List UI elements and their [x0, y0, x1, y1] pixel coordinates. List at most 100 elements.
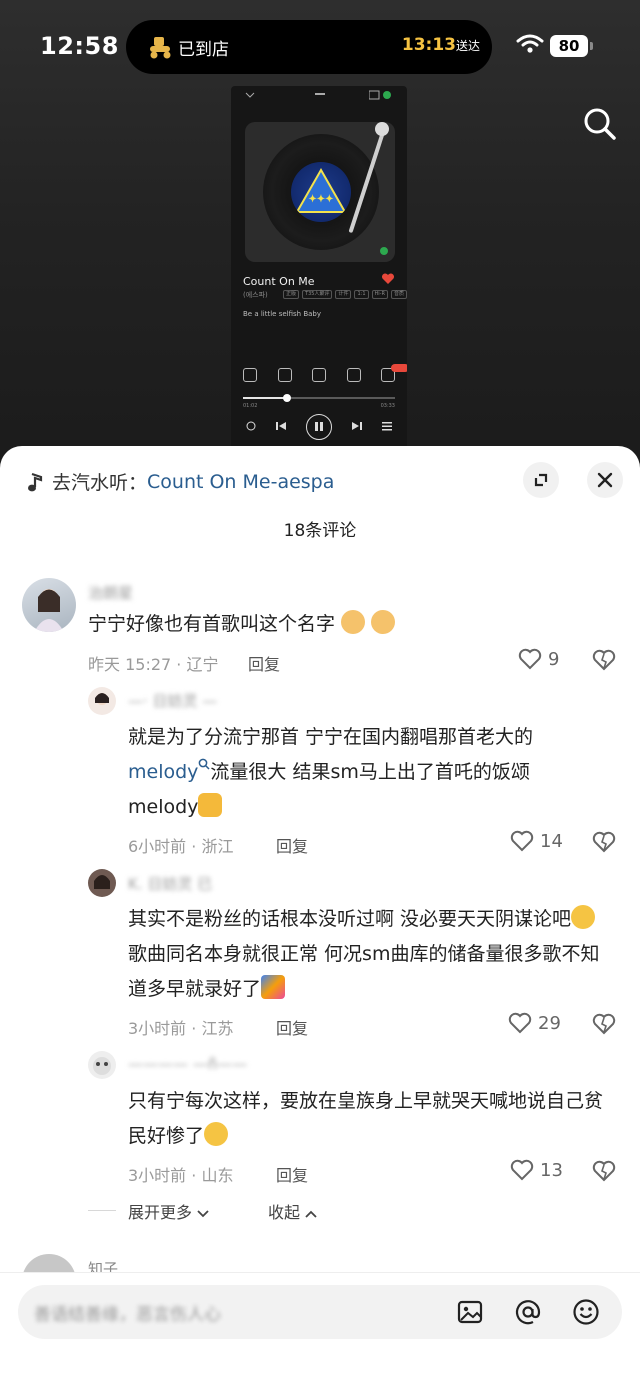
heart-icon [510, 830, 534, 852]
music-link-song: Count On Me-aespa [147, 470, 335, 493]
emoji-icon[interactable] [572, 1298, 600, 1326]
music-link-prefix: 去汽水听： [52, 472, 148, 494]
close-icon [597, 472, 613, 488]
player-action-row [243, 368, 395, 382]
comment-input[interactable]: 善语结善缘，恶言伤人心 [18, 1285, 622, 1339]
svg-text:✦✦✦: ✦✦✦ [308, 194, 333, 205]
delivery-scooter-icon [150, 37, 171, 59]
player-tag: Hi-R [371, 290, 388, 299]
status-time: 12:58 [40, 32, 119, 60]
embedded-player-screenshot[interactable]: ✦✦✦ Count On Me (에스파) 正版 T35人聚评 计件 1:1 H… [231, 86, 407, 450]
comment-sheet: 去汽水听： Count On Me-aespa 18条评论 治朗星 宁宁好像也有首… [0, 446, 640, 1391]
comment-text-line: melody [128, 790, 618, 825]
battery-level: 80 [550, 35, 588, 57]
share-icon [369, 90, 391, 100]
album-cover: ✦✦✦ [291, 162, 351, 222]
divider-line [88, 1210, 116, 1211]
time-elapsed: 01:02 [243, 403, 258, 409]
search-icon[interactable] [582, 106, 618, 142]
album-turntable: ✦✦✦ [245, 122, 395, 262]
close-button[interactable] [587, 462, 623, 498]
delivery-eta-suffix: 送达 [455, 39, 480, 53]
collapse-replies-button[interactable]: 收起 [268, 1199, 317, 1223]
comment-badge [391, 364, 407, 372]
comment-text-body: 宁宁好像也有首歌叫这个名字 [88, 613, 336, 635]
like-count: 14 [540, 830, 563, 852]
comment-username[interactable]: 治朗星 [88, 582, 133, 603]
music-link[interactable]: 去汽水听： Count On Me-aespa [26, 468, 334, 495]
reply-button[interactable]: 回复 [276, 1015, 308, 1039]
show-more-replies-button[interactable]: 展开更多 [128, 1199, 209, 1223]
effect-icon [277, 368, 292, 382]
delivery-eta-time: 13:13 [401, 35, 456, 55]
search-keyword-icon [199, 758, 210, 770]
mention-icon[interactable] [514, 1298, 542, 1326]
dynamic-island[interactable]: 已到店 13:13送达 [126, 20, 492, 74]
dislike-icon[interactable] [592, 1013, 616, 1035]
chevron-up-icon [305, 1210, 317, 1218]
player-tag: 1:1 [354, 290, 369, 299]
repeat-icon [246, 421, 256, 431]
player-tag: T35人聚评 [302, 290, 333, 299]
avatar[interactable] [88, 869, 116, 897]
expand-button[interactable] [523, 462, 559, 498]
next-icon [352, 422, 362, 430]
comment-text: 只有宁每次这样，要放在皇族身上早就哭天喊地说自己贫民好惨了 [128, 1084, 618, 1154]
like-button[interactable]: 14 [510, 830, 563, 852]
comment-username[interactable]: —· 日妨灵 — [128, 690, 217, 711]
kite-emoji-icon [261, 975, 286, 999]
comment-meta: 3小时前 · 江苏 [128, 1019, 234, 1038]
progress-fill [243, 397, 288, 399]
comment-text-body: 其实不是粉丝的话根本没听过啊 没必要天天阴谋论吧 [128, 908, 572, 930]
heart-icon [508, 1012, 532, 1034]
heart-icon [510, 1159, 534, 1181]
avatar[interactable] [22, 578, 76, 632]
reply-button[interactable]: 回复 [276, 1162, 308, 1186]
like-button[interactable]: 29 [508, 1012, 561, 1034]
player-controls [243, 414, 395, 440]
comment-meta: 3小时前 · 山东 [128, 1166, 234, 1185]
image-icon[interactable] [456, 1298, 484, 1326]
dislike-icon[interactable] [592, 831, 616, 853]
comment-input-bar: 善语结善缘，恶言伤人心 [0, 1272, 640, 1391]
comment-meta: 6小时前 · 浙江 [128, 837, 234, 856]
comment-text-body: 流量很大 结果sm马上出了首吒的饭颂 [210, 761, 530, 783]
like-button[interactable]: 9 [518, 648, 559, 670]
previous-icon [276, 422, 286, 430]
comment-text: 宁宁好像也有首歌叫这个名字 [88, 607, 396, 642]
player-tag: 正版 [283, 290, 300, 299]
music-note-icon [28, 472, 43, 491]
reply-button[interactable]: 回复 [276, 833, 308, 857]
player-tag: 计件 [335, 290, 352, 299]
delivery-status: 已到店 [178, 40, 229, 60]
avatar[interactable] [88, 1051, 116, 1079]
comment-meta: 昨天 15:27 · 辽宁 [88, 655, 219, 674]
heart-icon [518, 648, 542, 670]
sad-face-emoji-icon [204, 1122, 229, 1146]
player-tag: 音质 [390, 290, 407, 299]
comments-count-title: 18条评论 [283, 521, 357, 541]
dots-icon [315, 93, 325, 95]
quality-icon [243, 368, 257, 382]
dislike-icon[interactable] [592, 1160, 616, 1182]
tonearm-head [375, 122, 389, 136]
reply-button[interactable]: 回复 [248, 651, 280, 675]
download-icon [312, 368, 326, 382]
keyword-link[interactable]: melody [128, 761, 198, 783]
avatar[interactable] [88, 687, 116, 715]
collapse-label: 收起 [268, 1203, 301, 1222]
comment-input-placeholder: 善语结善缘，恶言伤人心 [34, 1305, 221, 1325]
comment-text-body: 只有宁每次这样，要放在皇族身上早就哭天喊地说自己贫民好惨了 [128, 1090, 604, 1147]
like-count: 13 [540, 1159, 563, 1181]
comment-username[interactable]: ———— —ñ—— [128, 1055, 247, 1073]
dislike-icon[interactable] [592, 649, 616, 671]
time-total: 03:33 [380, 403, 395, 409]
album-logo-icon: ✦✦✦ [295, 167, 347, 213]
comment-text: 就是为了分流宁那首 宁宁在国内翻唱那首老大的 melody 流量很大 结果sm马上… [128, 720, 618, 825]
dog-face-emoji-icon [341, 610, 366, 634]
like-button[interactable]: 13 [510, 1159, 563, 1181]
like-count: 9 [548, 648, 560, 670]
comment-username[interactable]: K. 日妨灵 已 [128, 873, 212, 894]
comment-text-line: melody 流量很大 结果sm马上出了首吒的饭颂 [128, 755, 618, 790]
player-tags: 正版 T35人聚评 计件 1:1 Hi-R 音质 [283, 290, 407, 299]
